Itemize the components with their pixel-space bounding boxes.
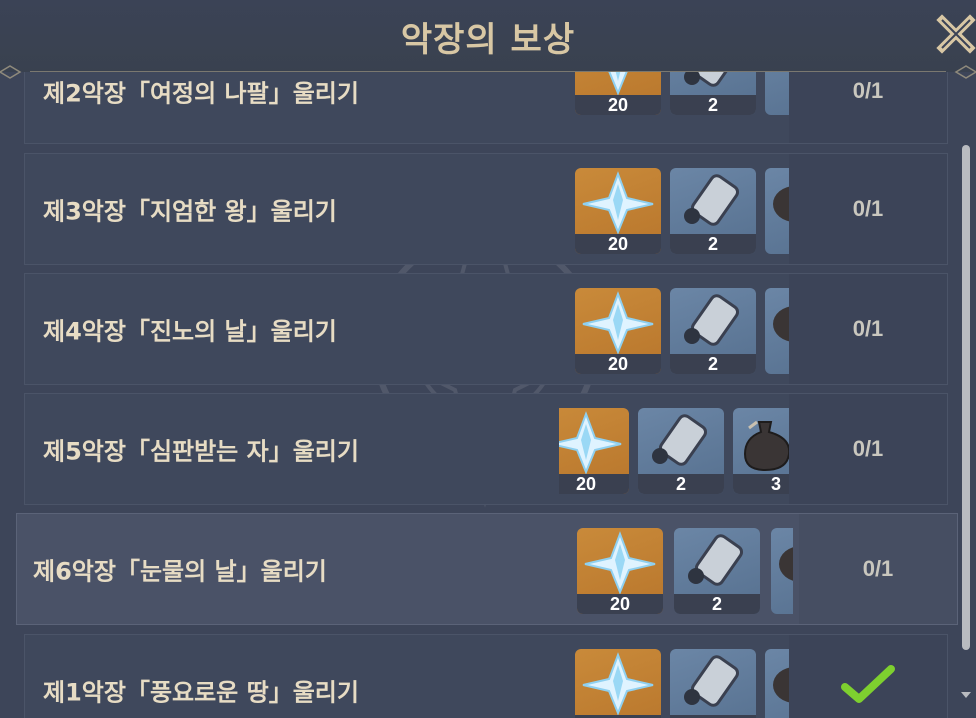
primogem-reward[interactable]: 20 <box>575 168 661 254</box>
bottle-reward[interactable]: 3 <box>733 408 789 494</box>
progress-text: 0/1 <box>852 316 884 341</box>
row-label: 제3악장「지엄한 왕」울리기 <box>43 197 337 226</box>
reward-quantity: 2 <box>674 594 760 614</box>
scroll-reward[interactable]: 2 <box>670 288 756 374</box>
reward-row[interactable]: 제3악장「지엄한 왕」울리기 20 2 0/1 <box>24 153 948 265</box>
primogem-icon <box>559 411 622 474</box>
reward-row[interactable]: 제1악장「풍요로운 땅」울리기 20 2 <box>24 634 948 718</box>
primogem-icon <box>582 652 654 715</box>
reward-items: 20 2 <box>575 72 791 115</box>
reward-quantity: 20 <box>575 95 661 115</box>
bottle-reward[interactable] <box>771 528 793 614</box>
progress-text: 0/1 <box>852 436 884 461</box>
reward-items: 20 2 3 <box>559 408 789 494</box>
row-label: 제5악장「심판받는 자」울리기 <box>43 437 359 466</box>
primogem-reward[interactable]: 20 <box>575 72 661 115</box>
progress-column: 0/1 <box>799 514 957 624</box>
reward-quantity: 20 <box>575 234 661 254</box>
primogem-icon <box>582 291 654 354</box>
reward-quantity: 20 <box>559 474 629 494</box>
primogem-reward[interactable]: 20 <box>559 408 629 494</box>
primogem-reward[interactable]: 20 <box>577 528 663 614</box>
progress-column <box>789 635 947 718</box>
scroll-reward[interactable]: 2 <box>670 649 756 718</box>
reward-quantity: 2 <box>670 354 756 374</box>
mora-bottle-icon <box>773 306 791 342</box>
hero-wit-scroll-icon <box>652 414 708 466</box>
bottle-reward[interactable] <box>765 72 791 115</box>
reward-quantity: 20 <box>575 354 661 374</box>
hero-wit-scroll-icon <box>684 72 740 87</box>
progress-column: 0/1 <box>789 72 947 143</box>
reward-row-selected[interactable]: 제6악장「눈물의 날」울리기 20 2 0/1 <box>16 513 958 625</box>
hero-wit-scroll-icon <box>688 534 744 586</box>
reward-quantity: 3 <box>733 474 789 494</box>
progress-text: 0/1 <box>862 556 894 581</box>
reward-list[interactable]: 제2악장「여정의 나팔」울리기 20 2 0/1 제3악장「지엄한 왕」울리기 … <box>0 72 976 718</box>
scrollbar[interactable] <box>962 145 970 650</box>
hero-wit-scroll-icon <box>684 174 740 226</box>
header: 악장의 보상 <box>0 0 976 79</box>
bottle-reward[interactable] <box>765 649 791 718</box>
row-label: 제1악장「풍요로운 땅」울리기 <box>43 678 359 707</box>
reward-items: 20 2 <box>577 528 793 614</box>
scroll-reward[interactable]: 2 <box>670 72 756 115</box>
reward-row[interactable]: 제2악장「여정의 나팔」울리기 20 2 0/1 <box>24 72 948 144</box>
progress-text: 0/1 <box>852 196 884 221</box>
bottle-reward[interactable] <box>765 168 791 254</box>
reward-items: 20 2 <box>575 168 791 254</box>
scroll-reward[interactable]: 2 <box>674 528 760 614</box>
row-label: 제2악장「여정의 나팔」울리기 <box>43 79 359 108</box>
primogem-icon <box>584 531 656 594</box>
progress-column: 0/1 <box>789 394 947 504</box>
row-label: 제6악장「눈물의 날」울리기 <box>33 557 327 586</box>
reward-row[interactable]: 제5악장「심판받는 자」울리기 20 2 3 0/1 <box>24 393 948 505</box>
primogem-reward[interactable]: 20 <box>575 649 661 718</box>
reward-quantity: 2 <box>670 234 756 254</box>
hero-wit-scroll-icon <box>684 294 740 346</box>
primogem-reward[interactable]: 20 <box>575 288 661 374</box>
mora-bottle-icon <box>773 667 791 703</box>
reward-quantity: 2 <box>638 474 724 494</box>
reward-items: 20 2 <box>575 288 791 374</box>
reward-quantity: 20 <box>577 594 663 614</box>
page-title: 악장의 보상 <box>400 20 576 60</box>
scroll-reward[interactable]: 2 <box>638 408 724 494</box>
progress-column: 0/1 <box>789 154 947 264</box>
reward-row[interactable]: 제4악장「진노의 날」울리기 20 2 0/1 <box>24 273 948 385</box>
hero-wit-scroll-icon <box>684 655 740 707</box>
primogem-icon <box>608 72 628 95</box>
progress-column: 0/1 <box>789 274 947 384</box>
mora-bottle-icon <box>773 186 791 222</box>
reward-items: 20 2 <box>575 649 791 718</box>
mora-bottle-icon <box>743 420 789 472</box>
row-label: 제4악장「진노의 날」울리기 <box>43 317 337 346</box>
primogem-icon <box>582 171 654 234</box>
scroll-reward[interactable]: 2 <box>670 168 756 254</box>
progress-text: 0/1 <box>852 78 884 103</box>
scroll-down-arrow-icon[interactable] <box>960 690 972 700</box>
close-icon[interactable] <box>936 12 976 56</box>
reward-quantity: 2 <box>670 95 756 115</box>
checkmark-icon <box>841 665 895 703</box>
mora-bottle-icon <box>779 547 793 581</box>
bottle-reward[interactable] <box>765 288 791 374</box>
